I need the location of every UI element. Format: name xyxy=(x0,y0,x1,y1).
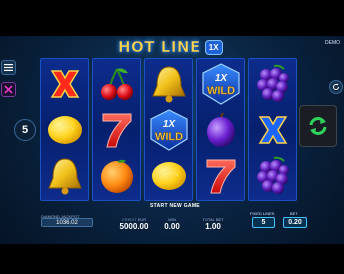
x-symbol-icon xyxy=(50,69,79,98)
grapes-icon xyxy=(256,64,289,102)
lines-indicator[interactable]: 5 xyxy=(14,119,36,141)
fixed-lines-label: FIXED LINES xyxy=(250,211,275,216)
symbol-x xyxy=(41,61,88,106)
letterbox-bottom xyxy=(0,244,344,274)
start-new-game-button[interactable]: START NEW GAME xyxy=(150,203,200,209)
cherries-icon xyxy=(100,68,133,100)
symbol-grapes xyxy=(249,61,296,106)
jackpot-value: 1036.02 xyxy=(41,218,93,227)
wild-text: WILD xyxy=(206,85,234,97)
refresh-icon xyxy=(333,83,339,90)
close-icon xyxy=(4,85,13,94)
game-logo: HOT LINE 1X xyxy=(118,37,223,57)
grapes-icon xyxy=(256,156,289,194)
reel-4: 1X WILD xyxy=(196,58,245,201)
symbol-orange xyxy=(93,153,140,198)
orange-icon xyxy=(100,159,133,193)
win-value: 0.00 xyxy=(164,222,180,231)
symbol-lemon xyxy=(145,153,192,198)
symbol-x xyxy=(249,107,296,152)
bell-icon xyxy=(151,65,186,102)
symbol-lemon xyxy=(41,107,88,152)
lemon-icon xyxy=(47,115,82,144)
total-bet-stat: TOTAL BET 1.00 xyxy=(196,217,230,231)
close-button[interactable] xyxy=(1,82,16,97)
symbol-bell xyxy=(145,61,192,106)
symbol-wild: 1X WILD xyxy=(145,107,192,152)
game-title: HOT LINE xyxy=(118,38,201,57)
symbol-seven xyxy=(197,153,244,198)
seven-icon xyxy=(206,159,235,193)
wild-multiplier-text: 1X xyxy=(162,119,176,130)
menu-icon xyxy=(4,64,13,71)
reels-area: 1X WILD 1X WILD xyxy=(40,58,297,201)
refresh-button[interactable] xyxy=(329,80,343,94)
balance-value: 5000.00 xyxy=(119,222,149,231)
reel-5 xyxy=(248,58,297,201)
game-screen: HOT LINE 1X DEMO 5 1X WILD 1X WILD START… xyxy=(0,0,344,274)
x-symbol-icon xyxy=(258,115,287,144)
symbol-cherries xyxy=(93,61,140,106)
wild-multiplier-text: 1X xyxy=(214,73,228,84)
symbol-plum xyxy=(197,107,244,152)
bell-icon xyxy=(47,157,82,194)
win-stat: WIN 0.00 xyxy=(158,217,186,231)
plum-icon xyxy=(206,112,235,147)
reel-2 xyxy=(92,58,141,201)
spin-arrows-icon xyxy=(309,117,327,135)
symbol-wild: 1X WILD xyxy=(197,61,244,106)
reel-1 xyxy=(40,58,89,201)
spin-button[interactable] xyxy=(299,105,337,147)
letterbox-top xyxy=(0,0,344,36)
menu-button[interactable] xyxy=(1,60,16,75)
fixed-lines-value[interactable]: 5 xyxy=(252,217,275,228)
reel-3: 1X WILD xyxy=(144,58,193,201)
total-bet-value: 1.00 xyxy=(205,222,221,231)
bet-value[interactable]: 0.20 xyxy=(283,217,307,228)
symbol-bell xyxy=(41,153,88,198)
seven-icon xyxy=(102,113,131,147)
demo-label: DEMO xyxy=(325,40,340,46)
bet-label: BET xyxy=(290,211,298,216)
wild-icon: 1X WILD xyxy=(201,62,240,105)
balance-stat: CREDIT EUR 5000.00 xyxy=(114,217,154,231)
wild-text: WILD xyxy=(154,131,182,143)
game-title-badge: 1X xyxy=(204,39,223,55)
wild-icon: 1X WILD xyxy=(149,108,188,151)
symbol-grapes xyxy=(249,153,296,198)
lemon-icon xyxy=(151,161,186,190)
symbol-seven xyxy=(93,107,140,152)
